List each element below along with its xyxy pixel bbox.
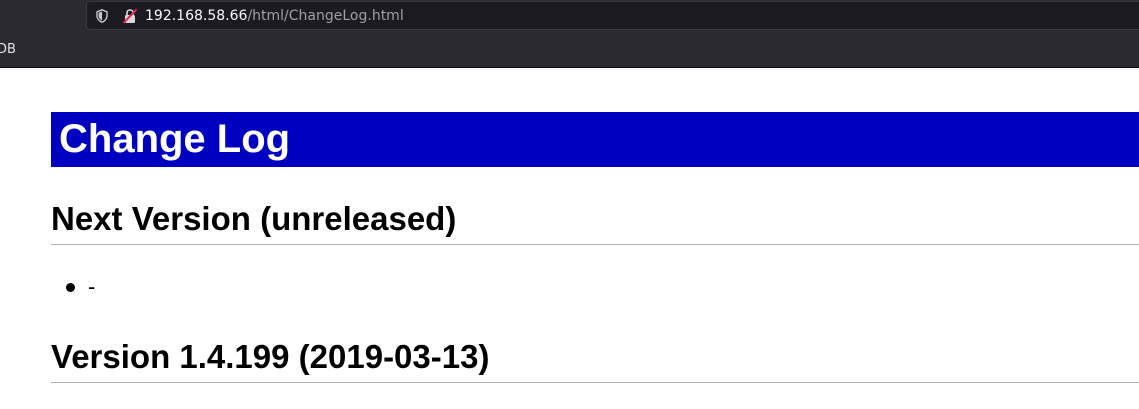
next-version-list: - (66, 274, 95, 300)
url-path: /html/ChangeLog.html (247, 8, 404, 24)
browser-toolbar: 192.168.58.66/html/ChangeLog.html DB (0, 0, 1139, 68)
tracking-protection-shield-icon[interactable] (96, 9, 108, 23)
url-text[interactable]: 192.168.58.66/html/ChangeLog.html (145, 8, 404, 24)
page-content: Change Log Next Version (unreleased) - V… (0, 68, 1139, 409)
list-item: - (66, 274, 95, 300)
list-item-text: - (88, 274, 96, 299)
section-heading-next-version: Next Version (unreleased) (51, 199, 1139, 245)
page-title: Change Log (51, 112, 1139, 167)
bookmark-item[interactable]: DB (0, 42, 16, 57)
bullet-icon (66, 283, 75, 292)
address-bar[interactable]: 192.168.58.66/html/ChangeLog.html (86, 1, 1139, 30)
section-heading-version-1-4-199: Version 1.4.199 (2019-03-13) (51, 337, 1139, 383)
url-host: 192.168.58.66 (145, 8, 248, 24)
insecure-lock-icon[interactable] (122, 8, 138, 24)
